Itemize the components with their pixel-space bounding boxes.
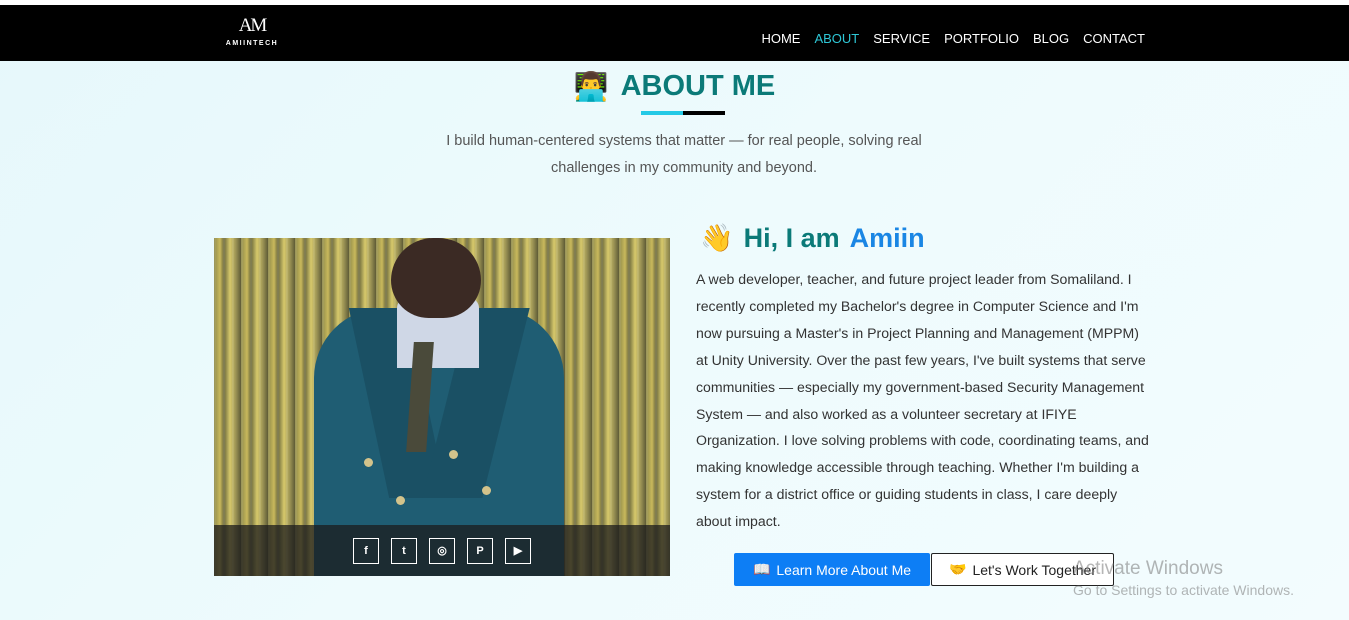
suit-button	[364, 458, 373, 467]
nav-portfolio[interactable]: PORTFOLIO	[944, 31, 1019, 46]
suit-button	[396, 496, 405, 505]
youtube-icon[interactable]: ▶	[505, 537, 531, 564]
book-icon: 📖	[752, 561, 771, 577]
logo-text: AMIINTECH	[225, 40, 279, 47]
title-underline	[641, 111, 725, 115]
facebook-icon[interactable]: f	[353, 537, 379, 564]
section-title-text: ABOUT ME	[620, 70, 776, 102]
waving-hand-icon: 👋	[700, 223, 734, 253]
underline-dark	[683, 111, 725, 115]
nav-blog[interactable]: BLOG	[1033, 31, 1069, 46]
technologist-icon: 👨‍💻	[573, 71, 609, 102]
profile-photo: f t ◎ P ▶	[214, 238, 670, 576]
twitter-icon[interactable]: t	[391, 537, 417, 564]
photo-head	[391, 238, 481, 318]
nav-contact[interactable]: CONTACT	[1083, 31, 1145, 46]
pinterest-icon[interactable]: P	[467, 537, 493, 564]
main-nav: HOME ABOUT SERVICE PORTFOLIO BLOG CONTAC…	[761, 10, 1145, 66]
suit-button	[449, 450, 458, 459]
suit-button	[482, 486, 491, 495]
handshake-icon: 🤝	[949, 561, 967, 577]
greeting-text: Hi, I am	[743, 222, 840, 253]
windows-activation-watermark: Activate Windows Go to Settings to activ…	[1073, 558, 1294, 598]
learn-more-button[interactable]: 📖 Learn More About Me	[734, 553, 930, 586]
nav-service[interactable]: SERVICE	[873, 31, 930, 46]
brand-logo[interactable]: AM AMIINTECH	[220, 14, 284, 54]
logo-mark: AM	[238, 15, 268, 36]
section-subtitle: I build human-centered systems that matt…	[446, 133, 922, 176]
navbar: AM AMIINTECH HOME ABOUT SERVICE PORTFOLI…	[0, 5, 1349, 61]
instagram-icon[interactable]: ◎	[429, 537, 455, 564]
learn-more-label: Learn More About Me	[776, 561, 912, 578]
watermark-subtitle: Go to Settings to activate Windows.	[1073, 582, 1294, 598]
social-links-bar: f t ◎ P ▶	[214, 525, 670, 576]
intro-heading: 👋 Hi, I am Amiin	[700, 222, 925, 254]
nav-about[interactable]: ABOUT	[814, 31, 859, 46]
section-title: 👨‍💻 ABOUT ME	[574, 70, 776, 103]
nav-home[interactable]: HOME	[761, 31, 800, 46]
bio-paragraph: A web developer, teacher, and future pro…	[696, 271, 1149, 530]
underline-accent	[641, 111, 683, 115]
watermark-title: Activate Windows	[1073, 558, 1223, 579]
section-header: 👨‍💻 ABOUT ME	[0, 70, 1349, 103]
person-name: Amiin	[849, 222, 925, 253]
